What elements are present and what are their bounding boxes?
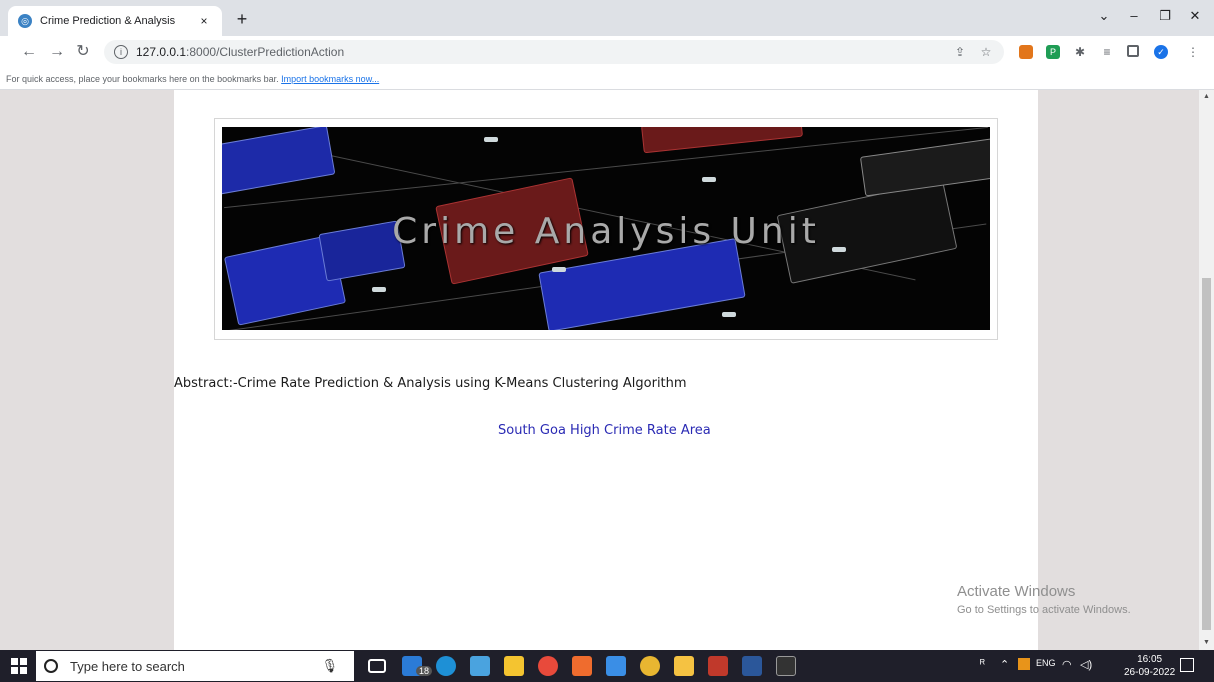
bookmarks-hint: For quick access, place your bookmarks h… — [6, 74, 279, 84]
content-container: Crime Analysis Unit Abstract:-Crime Rate… — [174, 90, 1038, 650]
wifi-icon[interactable]: ◠ — [1062, 658, 1072, 671]
banner-frame: Crime Analysis Unit — [214, 118, 998, 340]
scroll-up-icon[interactable]: ▲ — [1199, 90, 1214, 104]
globe-icon: ◎ — [18, 14, 32, 28]
chrome-icon[interactable] — [640, 656, 660, 676]
bookmarks-bar: For quick access, place your bookmarks h… — [0, 68, 1214, 90]
minimize-icon[interactable]: – — [1124, 8, 1144, 23]
page-scrollbar[interactable]: ▲ ▼ — [1199, 90, 1214, 650]
forward-icon[interactable]: → — [48, 43, 66, 61]
scroll-thumb[interactable] — [1202, 278, 1211, 630]
taskbar-search[interactable]: Type here to search 🎙 — [36, 651, 354, 681]
reading-list-icon[interactable]: ≡ — [1100, 45, 1114, 59]
tray-app-icon[interactable] — [1018, 658, 1030, 670]
volume-icon[interactable]: ◁) — [1080, 658, 1092, 671]
notification-icon[interactable] — [1180, 658, 1194, 672]
extensions-icon[interactable]: ✱ — [1073, 45, 1087, 59]
file-explorer-icon[interactable] — [674, 656, 694, 676]
address-bar[interactable]: i 127.0.0.1:8000/ClusterPredictionAction — [104, 40, 1004, 64]
windows-start-icon[interactable] — [11, 658, 27, 674]
import-bookmarks-link[interactable]: Import bookmarks now... — [281, 74, 379, 84]
language-indicator[interactable]: ENG — [1036, 658, 1056, 668]
share-icon[interactable]: ⇪ — [953, 45, 967, 59]
banner-title: Crime Analysis Unit — [392, 211, 820, 252]
extension-p-icon[interactable]: P — [1046, 45, 1060, 59]
app-icon-3[interactable] — [572, 656, 592, 676]
reload-icon[interactable]: ↻ — [74, 43, 92, 61]
app-icon-4[interactable] — [606, 656, 626, 676]
browser-toolbar: ← → ↻ i 127.0.0.1:8000/ClusterPrediction… — [0, 36, 1214, 68]
scroll-down-icon[interactable]: ▼ — [1199, 636, 1214, 650]
store-icon[interactable] — [504, 656, 524, 676]
watermark-line-2: Go to Settings to activate Windows. — [957, 604, 1131, 616]
close-window-icon[interactable]: ✕ — [1185, 8, 1205, 24]
app-icon-5[interactable] — [708, 656, 728, 676]
clock-date: 26-09-2022 — [1124, 667, 1176, 678]
watermark-line-1: Activate Windows — [957, 583, 1076, 600]
word-icon[interactable] — [742, 656, 762, 676]
tab-title: Crime Prediction & Analysis — [40, 15, 176, 27]
cortana-icon[interactable] — [44, 659, 58, 673]
browser-tab[interactable]: ◎ Crime Prediction & Analysis × — [8, 6, 222, 36]
edge-icon[interactable] — [436, 656, 456, 676]
activate-windows-watermark: Activate Windows Go to Settings to activ… — [957, 583, 1131, 616]
terminal-icon[interactable] — [776, 656, 796, 676]
clock-time: 16:05 — [1137, 654, 1163, 665]
microphone-icon[interactable]: 🎙 — [321, 658, 338, 674]
crime-area-heading: South Goa High Crime Rate Area — [498, 423, 711, 438]
bookmark-star-icon[interactable]: ☆ — [979, 45, 993, 59]
new-tab-button[interactable]: + — [232, 9, 252, 30]
restore-icon[interactable]: ❐ — [1155, 8, 1175, 24]
windows-taskbar: Type here to search 🎙 18 ᴿ ⌃ ENG ◠ ◁) 16… — [0, 650, 1214, 682]
tab-close-icon[interactable]: × — [196, 14, 212, 28]
tray-chevron-icon[interactable]: ⌃ — [1000, 658, 1009, 671]
app-icon-2[interactable] — [538, 656, 558, 676]
task-view-icon[interactable] — [368, 659, 386, 673]
banner-image: Crime Analysis Unit — [222, 127, 990, 330]
tab-strip: ◎ Crime Prediction & Analysis × + ⌄ – ❐ … — [0, 0, 1214, 36]
page-viewport: Crime Analysis Unit Abstract:-Crime Rate… — [0, 90, 1199, 650]
back-icon[interactable]: ← — [20, 43, 38, 61]
taskbar-clock[interactable]: 16:05 26-09-2022 — [1124, 653, 1175, 679]
info-icon[interactable]: i — [114, 45, 128, 59]
search-placeholder: Type here to search — [70, 658, 185, 674]
url-text[interactable]: 127.0.0.1:8000/ClusterPredictionAction — [136, 45, 344, 59]
abstract-text: Abstract:-Crime Rate Prediction & Analys… — [174, 376, 687, 391]
side-panel-icon[interactable] — [1127, 45, 1139, 57]
mail-badge: 18 — [416, 666, 433, 676]
tab-search-icon[interactable]: ⌄ — [1094, 8, 1114, 24]
metamask-icon[interactable] — [1019, 45, 1033, 59]
profile-shield-icon[interactable]: ✓ — [1154, 45, 1168, 59]
menu-icon[interactable]: ⋮ — [1186, 45, 1200, 59]
app-icon-1[interactable] — [470, 656, 490, 676]
people-icon[interactable]: ᴿ — [980, 658, 985, 670]
